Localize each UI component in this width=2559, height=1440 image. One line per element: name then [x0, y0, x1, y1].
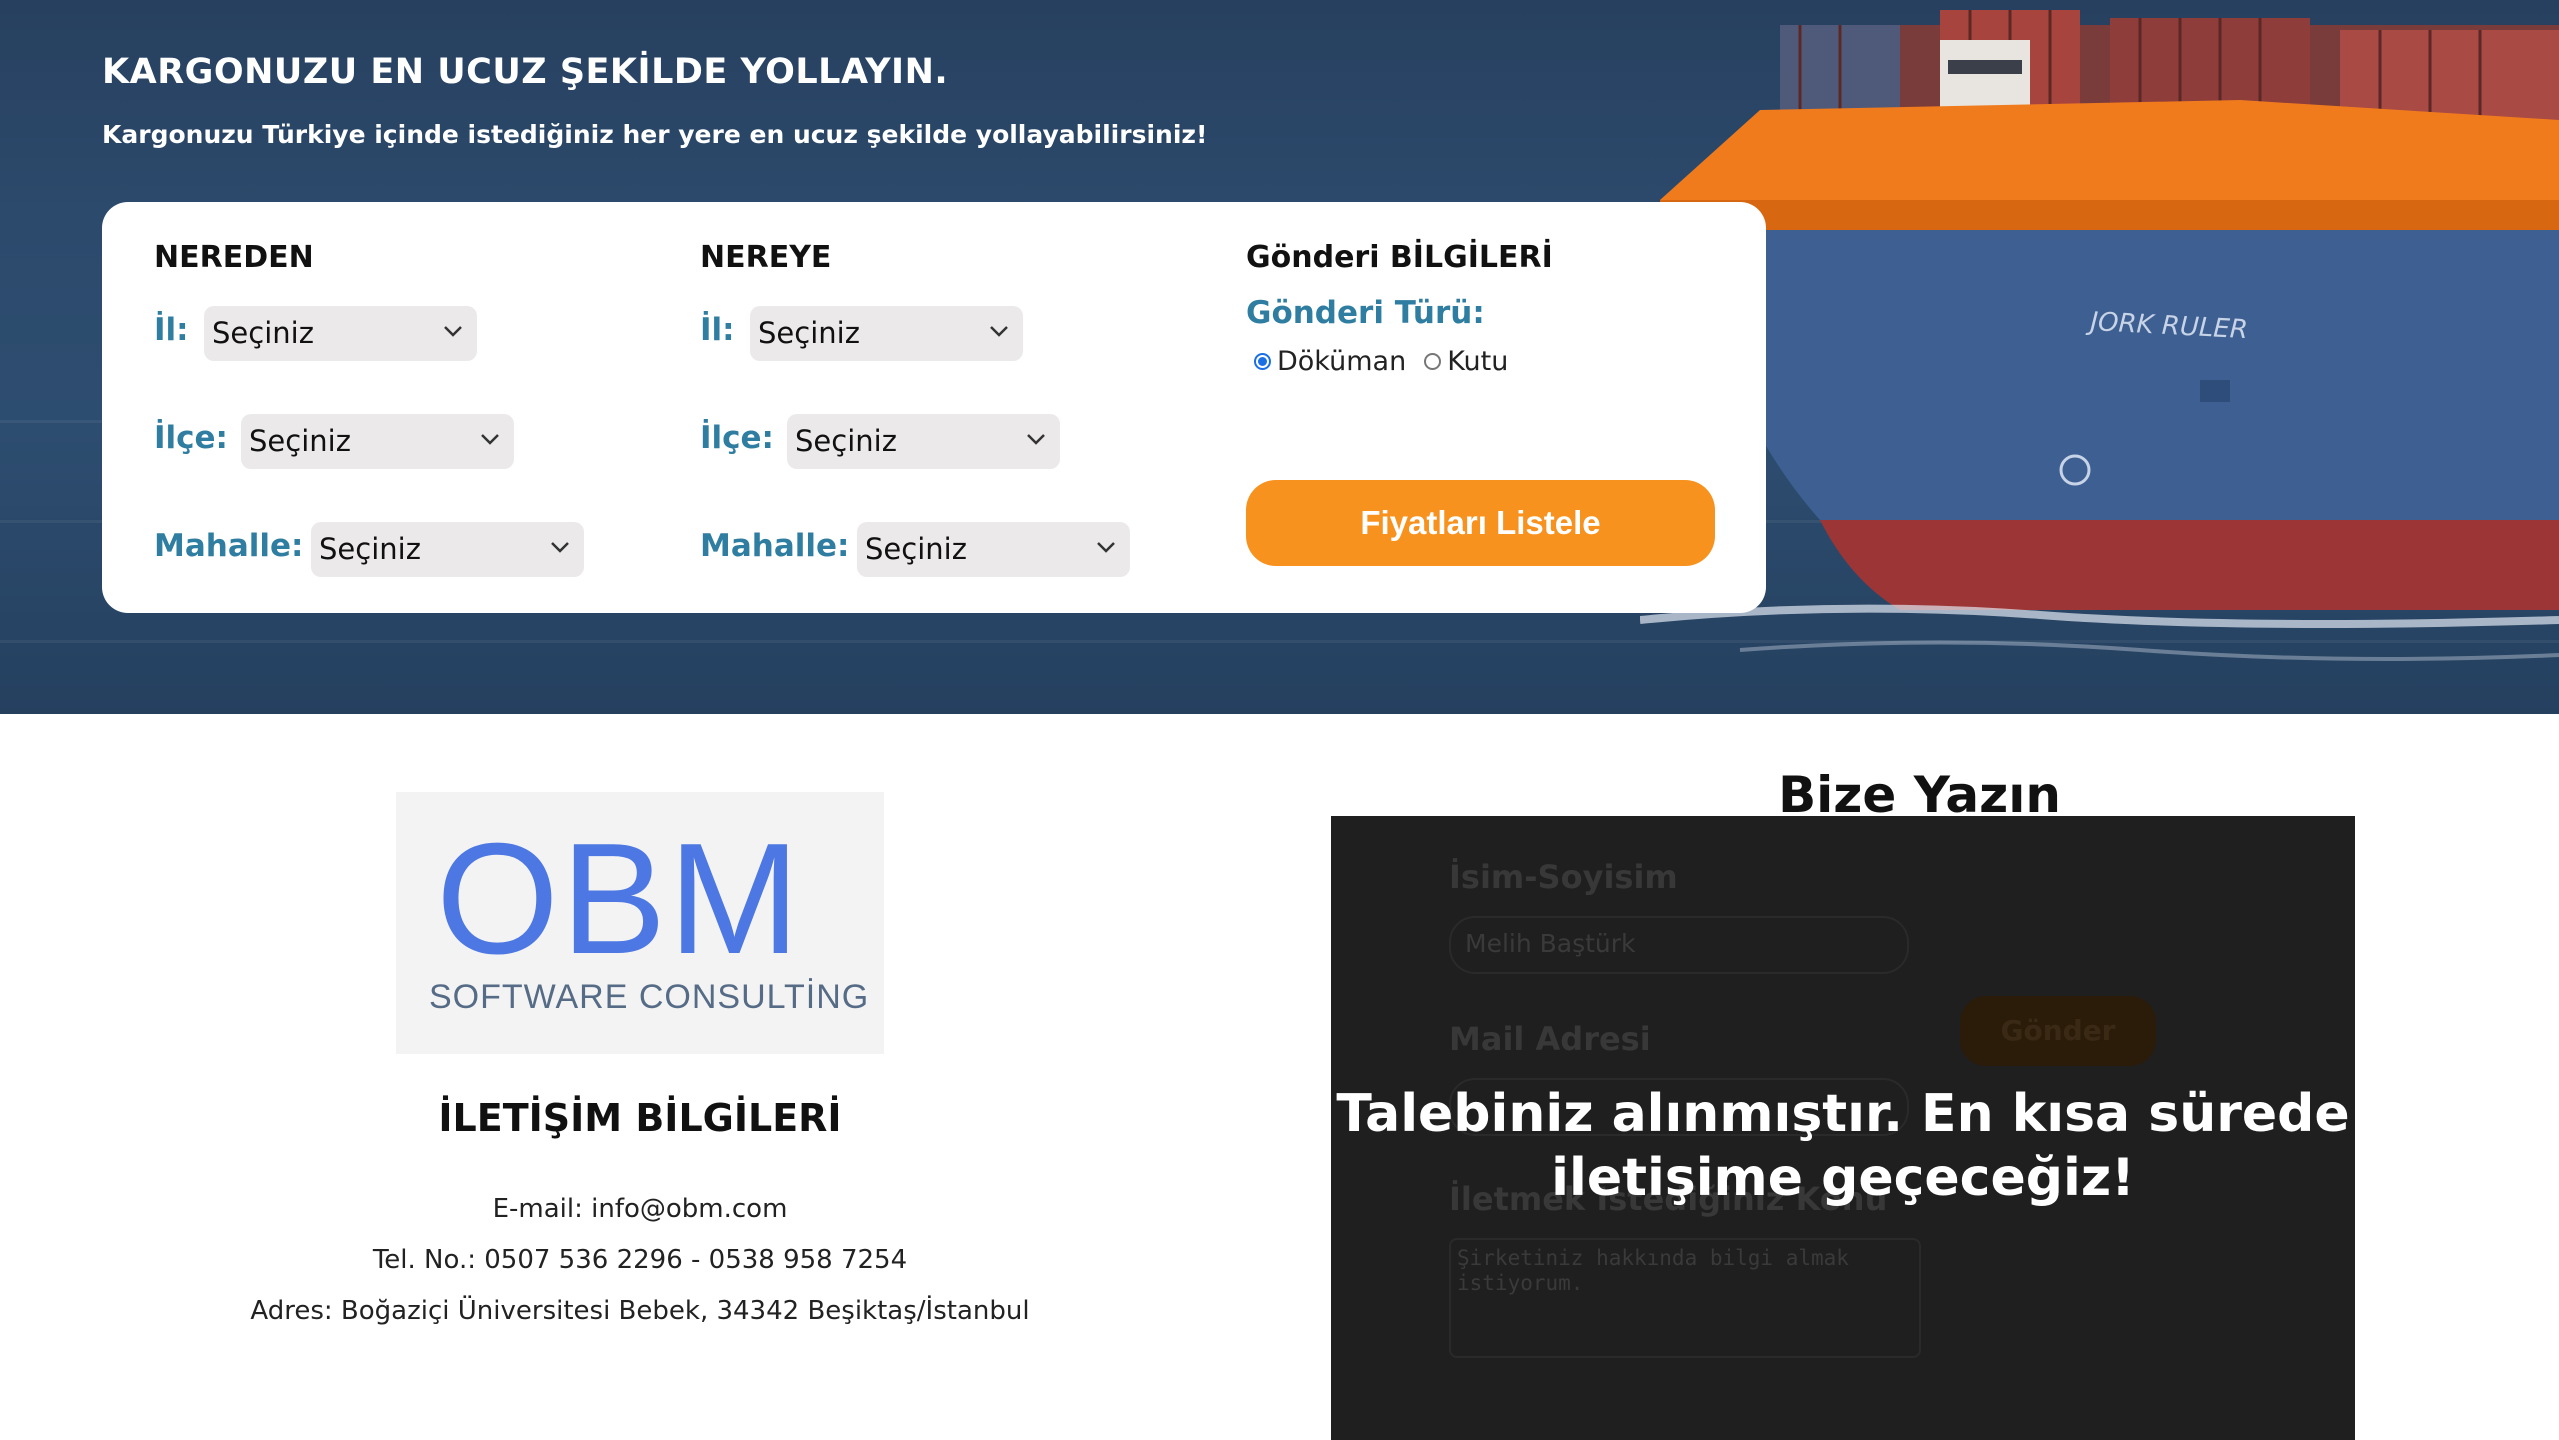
contact-address: Adres: Boğaziçi Üniversitesi Bebek, 3434… [250, 1296, 1030, 1326]
to-ilce-label: İlçe: [700, 420, 774, 456]
select-value: Seçiniz [319, 532, 421, 566]
hero-title: KARGONUZU EN UCUZ ŞEKİLDE YOLLAYIN. [102, 52, 949, 92]
from-il-label: İl: [154, 312, 189, 348]
success-message: Talebiniz alınmıştır. En kısa sürede ile… [1336, 1084, 2350, 1208]
hero-subtitle: Kargonuzu Türkiye içinde istediğiniz her… [102, 120, 1208, 149]
radio-document[interactable] [1254, 353, 1271, 370]
send-button[interactable]: Gönder [1960, 996, 2156, 1066]
select-value: Seçiniz [758, 316, 860, 350]
chevron-down-icon [480, 414, 500, 446]
to-il-label: İl: [700, 312, 735, 348]
select-value: Seçiniz [865, 532, 967, 566]
to-mahalle-select[interactable]: Seçiniz [857, 522, 1130, 577]
radio-box-label[interactable]: Kutu [1447, 346, 1508, 377]
from-il-select[interactable]: Seçiniz [204, 306, 477, 361]
shipping-search-card: NEREDEN İl: Seçiniz İlçe: Seçiniz Mahall… [102, 202, 1766, 613]
shipment-type-label: Gönderi Türü: [1246, 295, 1485, 331]
to-ilce-select[interactable]: Seçiniz [787, 414, 1060, 469]
from-mahalle-label: Mahalle: [154, 528, 304, 564]
list-prices-button[interactable]: Fiyatları Listele [1246, 480, 1715, 566]
shipment-title: Gönderi BİLGİLERİ [1246, 240, 1553, 275]
contact-title: İLETİŞİM BİLGİLERİ [438, 1096, 842, 1140]
chevron-down-icon [989, 306, 1009, 338]
to-title: NEREYE [700, 240, 832, 275]
contact-phone: Tel. No.: 0507 536 2296 - 0538 958 7254 [372, 1245, 908, 1275]
name-label: İsim-Soyisim [1449, 858, 1678, 896]
chevron-down-icon [1096, 522, 1116, 554]
select-value: Seçiniz [249, 424, 351, 458]
cargo-ship-image: JORK RULER [1640, 10, 2559, 661]
radio-document-label[interactable]: Döküman [1277, 346, 1406, 377]
mail-label: Mail Adresi [1449, 1020, 1651, 1058]
from-title: NEREDEN [154, 240, 314, 275]
from-mahalle-select[interactable]: Seçiniz [311, 522, 584, 577]
logo-tagline: SOFTWARE CONSULTİNG [429, 978, 870, 1016]
from-ilce-label: İlçe: [154, 420, 228, 456]
select-value: Seçiniz [795, 424, 897, 458]
shipment-type-radios: Döküman Kutu [1254, 346, 1508, 377]
contact-email: E-mail: info@obm.com [492, 1194, 788, 1224]
radio-box[interactable] [1424, 353, 1442, 370]
chevron-down-icon [443, 306, 463, 338]
topic-textarea[interactable]: Şirketiniz hakkında bilgi almak istiyoru… [1449, 1238, 1921, 1358]
write-title: Bize Yazın [1778, 766, 2061, 824]
to-mahalle-label: Mahalle: [700, 528, 850, 564]
to-il-select[interactable]: Seçiniz [750, 306, 1023, 361]
name-input[interactable]: Melih Baştürk [1449, 916, 1909, 974]
hero-banner: JORK RULER KARGONUZU EN UCUZ ŞEKİLDE YOL… [0, 0, 2559, 714]
logo-text: OBM [436, 811, 802, 987]
from-ilce-select[interactable]: Seçiniz [241, 414, 514, 469]
chevron-down-icon [1026, 414, 1046, 446]
company-logo: OBM SOFTWARE CONSULTİNG [396, 792, 884, 1054]
select-value: Seçiniz [212, 316, 314, 350]
chevron-down-icon [550, 522, 570, 554]
